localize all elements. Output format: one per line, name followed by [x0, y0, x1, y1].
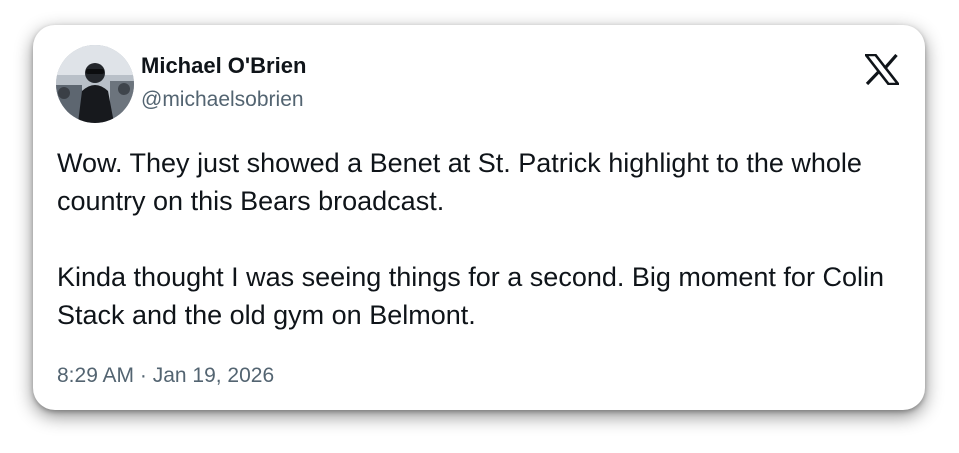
- tweet-card[interactable]: Michael O'Brien @michaelsobrien Wow. The…: [33, 25, 925, 410]
- tweet-timestamp[interactable]: 8:29 AM · Jan 19, 2026: [57, 364, 274, 388]
- screenshot-canvas: Michael O'Brien @michaelsobrien Wow. The…: [0, 0, 959, 453]
- tweet-paragraph: Wow. They just showed a Benet at St. Pat…: [57, 148, 862, 216]
- x-logo-icon[interactable]: [863, 53, 901, 86]
- tweet-paragraph: Kinda thought I was seeing things for a …: [57, 262, 884, 330]
- author-handle[interactable]: @michaelsobrien: [141, 88, 304, 112]
- author-name[interactable]: Michael O'Brien: [141, 53, 306, 79]
- avatar[interactable]: [56, 45, 134, 123]
- tweet-body: Wow. They just showed a Benet at St. Pat…: [57, 144, 907, 334]
- profile-photo-icon: [56, 45, 134, 123]
